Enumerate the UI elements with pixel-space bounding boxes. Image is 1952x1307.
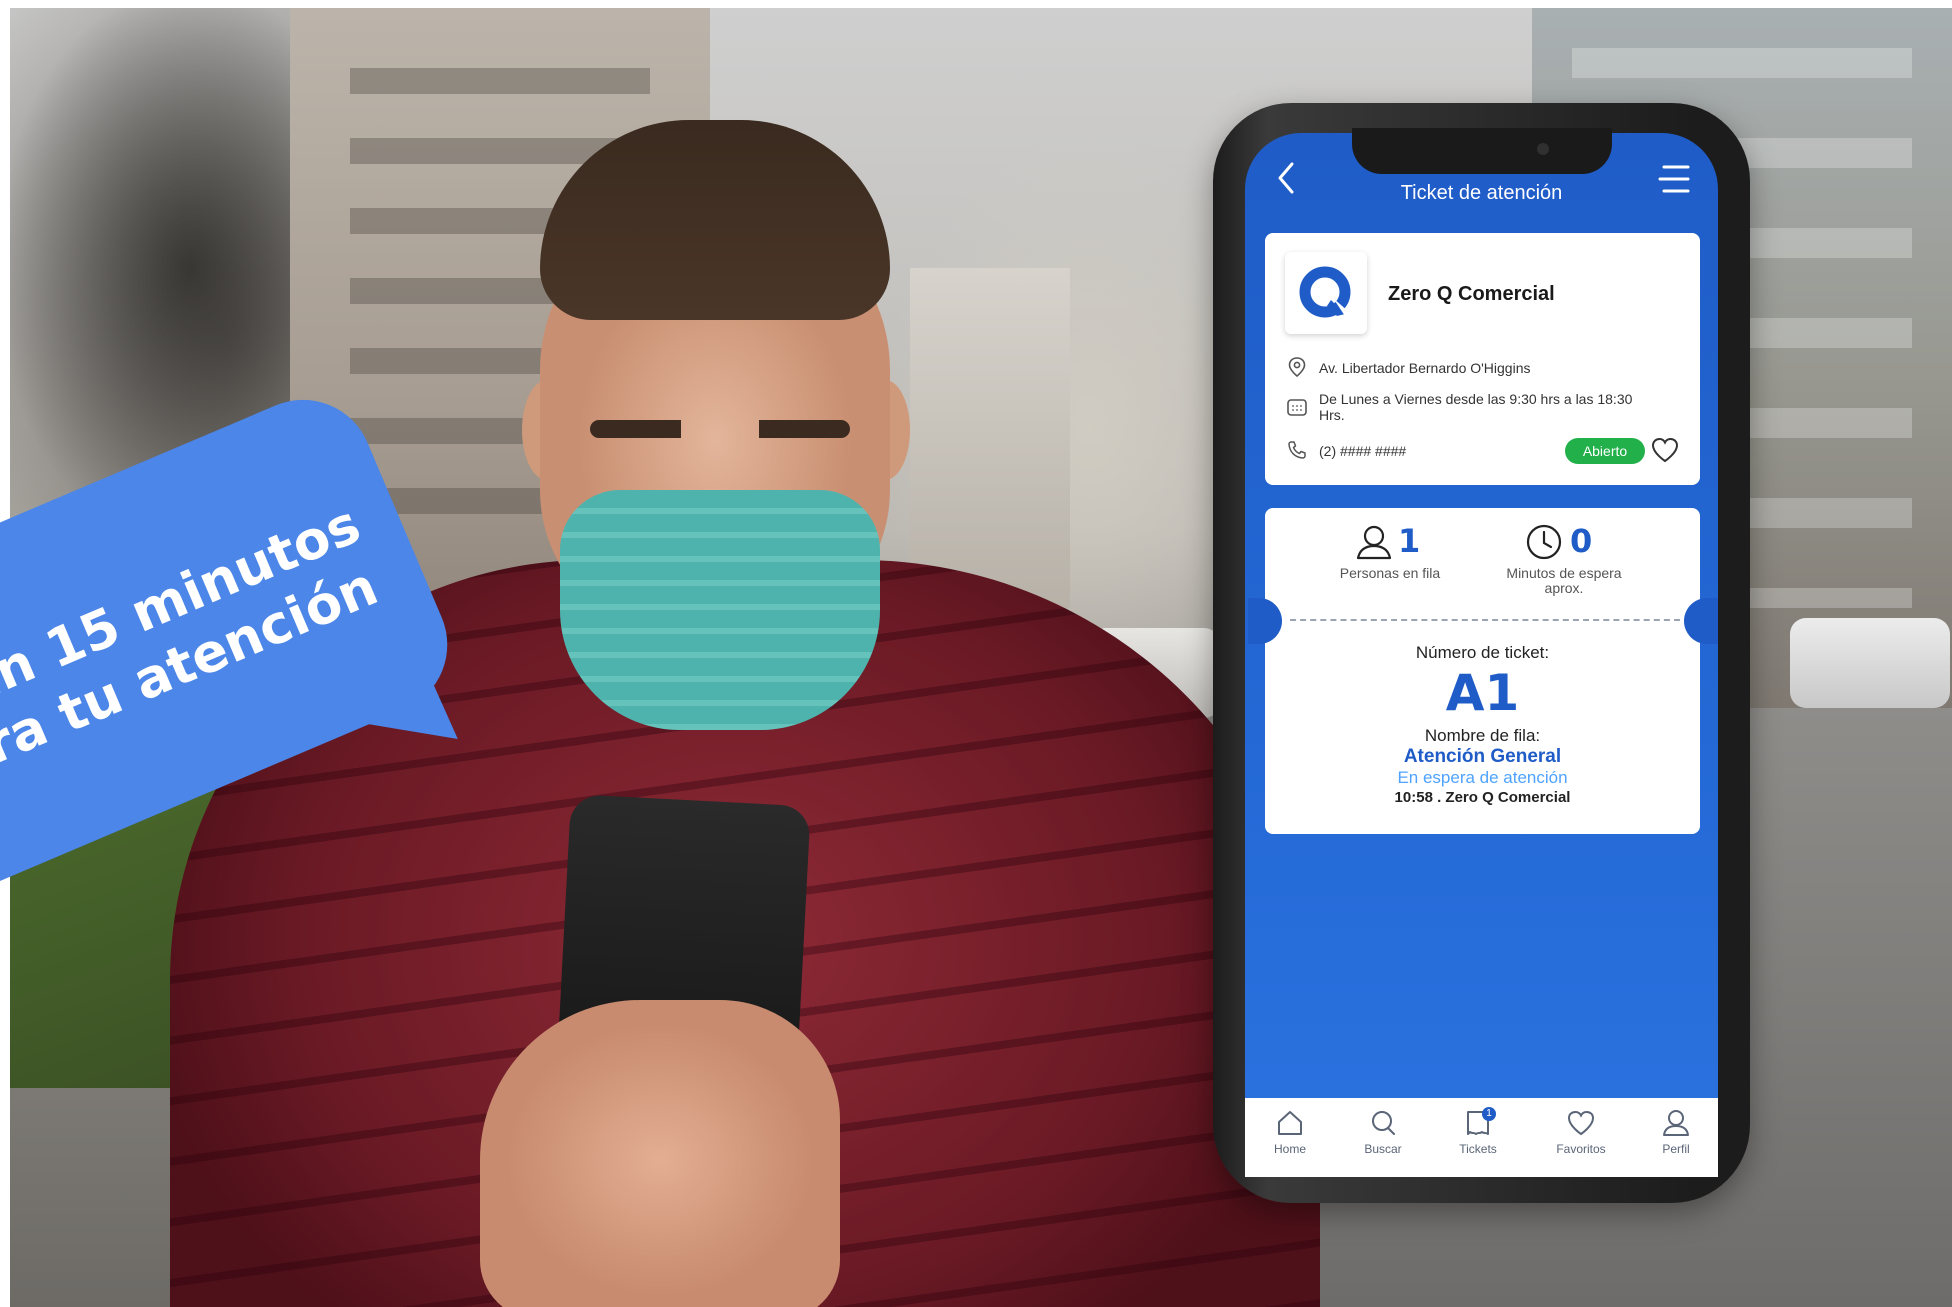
user-icon: [1663, 1110, 1689, 1136]
location-pin-icon: [1288, 357, 1306, 378]
store-name: Zero Q Comercial: [1388, 283, 1555, 305]
person-hand: [480, 1000, 840, 1307]
tab-search[interactable]: Buscar: [1343, 1107, 1423, 1156]
heart-icon: [1567, 1110, 1595, 1136]
zero-q-logo-icon: [1299, 266, 1351, 318]
queue-name: Atención General: [1403, 746, 1562, 767]
tab-label: Tickets: [1459, 1142, 1497, 1156]
home-icon: [1278, 1111, 1302, 1135]
ticket-time-store: 10:58 . Zero Q Comercial: [1394, 789, 1571, 806]
tab-label: Perfil: [1662, 1142, 1690, 1156]
ticket-number: A1: [1445, 664, 1520, 722]
store-address: Av. Libertador Bernardo O'Higgins: [1319, 360, 1531, 376]
tab-profile[interactable]: Perfil: [1636, 1107, 1716, 1156]
open-status-badge: Abierto: [1565, 438, 1645, 464]
person-icon: [1356, 525, 1392, 560]
people-in-queue-label: Personas en fila: [1339, 565, 1441, 581]
ticket-status: En espera de atención: [1397, 768, 1568, 787]
tab-favorites[interactable]: Favoritos: [1541, 1107, 1621, 1156]
building-middle: [910, 268, 1070, 608]
tab-label: Home: [1273, 1142, 1306, 1156]
phone-notch: [1352, 128, 1612, 174]
car: [1790, 618, 1950, 708]
calendar-icon: [1287, 399, 1307, 416]
ticket-divider: [1290, 619, 1680, 621]
store-hours: De Lunes a Viernes desde las 9:30 hrs a …: [1319, 391, 1633, 423]
favorite-heart-icon[interactable]: [1650, 436, 1680, 464]
ticket-number-label: Número de ticket:: [1415, 643, 1550, 662]
phone-icon: [1288, 441, 1306, 459]
people-in-queue-count: 1: [1398, 522, 1421, 560]
store-phone: (2) #### ####: [1319, 443, 1407, 459]
wait-minutes-count: 0: [1570, 522, 1593, 560]
search-icon: [1372, 1111, 1395, 1135]
tab-label: Buscar: [1364, 1142, 1402, 1156]
camera-icon: [1537, 143, 1549, 155]
tickets-badge: 1: [1482, 1107, 1496, 1121]
tab-tickets[interactable]: 1 Tickets: [1438, 1107, 1518, 1156]
face-mask: [560, 490, 880, 730]
queue-name-label: Nombre de fila:: [1424, 726, 1541, 745]
screen-title: Ticket de atención: [1400, 182, 1563, 204]
tab-label: Favoritos: [1556, 1142, 1606, 1156]
person-eyebrows: [590, 420, 850, 438]
clock-icon: [1526, 524, 1562, 560]
tab-home[interactable]: Home: [1250, 1107, 1330, 1156]
wait-minutes-label: Minutos de espera aprox.: [1506, 565, 1622, 596]
